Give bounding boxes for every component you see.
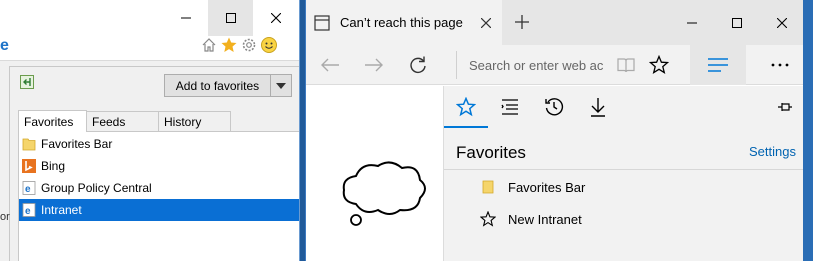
list-item[interactable]: Favorites Bar — [19, 133, 299, 155]
hub-heading: Favorites — [456, 143, 526, 162]
ie-logo-icon: e — [0, 37, 9, 54]
close-icon — [776, 17, 787, 28]
dropdown-arrow-icon — [276, 82, 286, 89]
pin-favorites-center-button[interactable] — [20, 75, 34, 89]
tab-favorites[interactable] — [444, 86, 488, 128]
bing-icon — [21, 158, 37, 174]
ie-title-bar — [0, 0, 299, 36]
ie-close-button[interactable] — [253, 0, 298, 36]
list-item-label: Bing — [41, 159, 66, 173]
ie-window: e Add to favorites Favorites Feeds Histo… — [0, 0, 300, 261]
tab-close-button[interactable] — [474, 11, 498, 35]
svg-text:e: e — [25, 184, 31, 195]
add-to-favorites-dropdown[interactable] — [271, 75, 291, 96]
cutoff-text: or — [0, 211, 10, 223]
reading-list-icon — [501, 99, 518, 115]
favorites-center-panel: Add to favorites Favorites Feeds History… — [0, 60, 299, 261]
favorites-star-icon[interactable] — [220, 36, 238, 57]
folder-icon — [480, 179, 496, 195]
address-bar[interactable]: Search or enter web ac — [456, 51, 604, 79]
list-item[interactable]: e Intranet — [19, 199, 299, 221]
back-button[interactable] — [310, 48, 350, 82]
tab-feeds[interactable]: Feeds — [86, 111, 159, 132]
book-icon — [617, 58, 635, 73]
gear-icon[interactable] — [240, 36, 258, 57]
list-item-label: Favorites Bar — [508, 179, 586, 195]
address-placeholder: Search or enter web ac — [469, 57, 604, 73]
download-icon — [591, 98, 605, 117]
history-icon — [545, 98, 564, 116]
hub-tabs — [444, 86, 803, 128]
tab-history[interactable]: History — [158, 111, 231, 132]
maximize-icon — [225, 13, 236, 23]
refresh-icon — [410, 56, 426, 74]
list-item[interactable]: Bing — [19, 155, 299, 177]
edge-minimize-button[interactable] — [669, 0, 714, 45]
edge-maximize-button[interactable] — [714, 0, 759, 45]
svg-text:e: e — [25, 206, 31, 217]
favorites-center-frame: Add to favorites Favorites Feeds History… — [9, 66, 299, 261]
minimize-icon — [180, 17, 191, 19]
tab-downloads[interactable] — [576, 86, 620, 128]
green-arrow-icon — [23, 78, 31, 86]
folder-icon — [21, 136, 37, 152]
more-button[interactable] — [760, 48, 800, 82]
tab-history[interactable] — [532, 86, 576, 128]
new-tab-button[interactable] — [510, 10, 534, 34]
hub-panel: Favorites Settings Favorites Bar New Int… — [443, 86, 803, 261]
star-icon — [456, 97, 476, 117]
thought-cloud-icon — [342, 161, 426, 226]
page-content — [306, 86, 443, 261]
list-item-label: Intranet — [41, 203, 82, 217]
home-icon[interactable] — [200, 36, 218, 57]
star-outline-icon — [649, 55, 669, 75]
add-favorite-button[interactable] — [639, 48, 679, 82]
tab-reading-list[interactable] — [488, 86, 532, 128]
desktop-strip — [803, 0, 813, 261]
forward-arrow-icon — [365, 58, 383, 72]
add-to-favorites-button[interactable]: Add to favorites — [164, 74, 292, 97]
minimize-icon — [686, 22, 697, 23]
star-outline-icon — [480, 211, 496, 227]
ie-page-icon: e — [21, 202, 37, 218]
pin-icon — [778, 103, 792, 111]
refresh-button[interactable] — [398, 48, 438, 82]
back-arrow-icon — [321, 58, 339, 72]
tab-title: Can’t reach this page — [340, 15, 463, 30]
hub-settings-link[interactable]: Settings — [749, 144, 796, 159]
edge-navigation-bar: Search or enter web ac — [306, 45, 803, 85]
tab-favorites[interactable]: Favorites — [18, 110, 87, 132]
list-item[interactable]: New Intranet — [480, 209, 582, 229]
close-icon — [481, 17, 491, 28]
list-item[interactable]: Favorites Bar — [480, 177, 585, 197]
tab-cant-reach[interactable]: Can’t reach this page — [306, 0, 502, 45]
list-item-label: Favorites Bar — [41, 137, 113, 151]
ie-command-icons — [200, 36, 278, 56]
pin-hub-button[interactable] — [773, 95, 797, 119]
hub-divider — [444, 169, 803, 170]
list-item-label: Group Policy Central — [41, 181, 152, 195]
smiley-feedback-icon[interactable] — [260, 36, 278, 57]
list-item[interactable]: e Group Policy Central — [19, 177, 299, 199]
ie-minimize-button[interactable] — [163, 0, 208, 36]
close-icon — [270, 13, 281, 23]
page-icon — [314, 14, 330, 31]
edge-window: Can’t reach this page Search or enter we… — [305, 0, 803, 261]
list-item-label: New Intranet — [508, 211, 582, 227]
hub-icon — [708, 58, 728, 75]
ie-page-icon: e — [21, 180, 37, 196]
favorites-center-tabs: Favorites Feeds History — [18, 110, 231, 132]
ie-maximize-button[interactable] — [208, 0, 253, 36]
add-to-favorites-label: Add to favorites — [165, 75, 271, 96]
edge-close-button[interactable] — [759, 0, 803, 45]
hub-button[interactable] — [690, 45, 746, 85]
plus-icon — [515, 15, 529, 29]
forward-button[interactable] — [354, 48, 394, 82]
favorites-list: Favorites Bar Bing e Group Policy Centra… — [18, 131, 299, 261]
more-dots-icon — [771, 63, 789, 67]
maximize-icon — [731, 17, 742, 28]
edge-tab-strip: Can’t reach this page — [306, 0, 803, 45]
